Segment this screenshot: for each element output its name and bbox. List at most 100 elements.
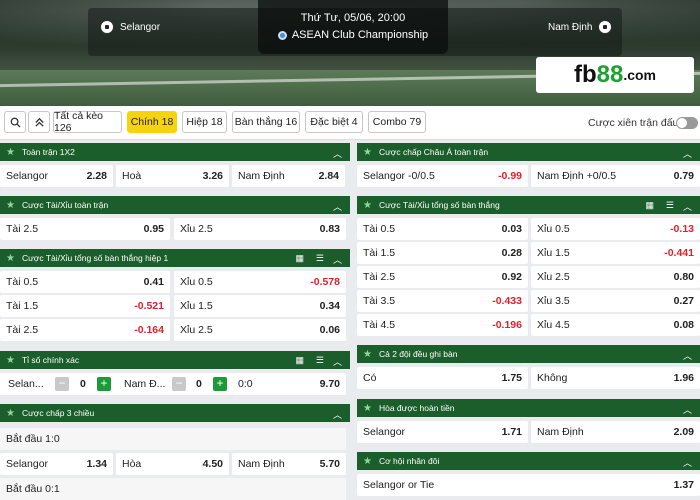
tab-special[interactable]: Đặc biệt 4	[305, 111, 363, 133]
odds-value: -0.441	[664, 247, 694, 259]
star-icon[interactable]: ★	[6, 147, 15, 158]
tab-half[interactable]: Hiệp 18	[182, 111, 227, 133]
market-title: Cả 2 đội đều ghi bàn	[378, 349, 458, 359]
odds-cell[interactable]: Nam Định +0/0.5 0.79	[531, 165, 700, 187]
market-header[interactable]: ★ Cả 2 đội đều ghi bàn ︿	[357, 345, 700, 363]
grid-view-icon[interactable]: ▦	[645, 200, 654, 211]
odds-cell[interactable]: Hòa 4.50	[116, 453, 229, 475]
score-value[interactable]: 0	[80, 378, 86, 390]
odds-cell[interactable]: Xỉu 0.5 -0.13	[531, 218, 700, 240]
star-icon[interactable]: ★	[6, 253, 15, 264]
odds-cell[interactable]: Xỉu 3.5 0.27	[531, 290, 700, 312]
away-team-name: Nam Định	[548, 21, 593, 33]
odds-cell[interactable]: Tài 1.5 -0.521	[0, 295, 170, 317]
odds-cell[interactable]: Tài 2.5 0.95	[0, 218, 170, 240]
odds-cell[interactable]: Xỉu 2.5 0.06	[174, 319, 346, 341]
odds-cell[interactable]: Hoà 3.26	[116, 165, 229, 187]
match-center-box	[258, 0, 448, 54]
list-view-icon[interactable]: ☰	[316, 355, 324, 366]
tab-all[interactable]: Tất cả kèo 126	[53, 110, 122, 134]
market-header[interactable]: ★ Toàn trận 1X2 ︿	[0, 143, 350, 161]
odds-cell[interactable]: Nam Định 5.70	[232, 453, 346, 475]
grid-view-icon[interactable]: ▦	[295, 355, 304, 366]
market-header[interactable]: ★ Tỉ số chính xác ▦ ☰ ︿	[0, 351, 350, 369]
odds-cell[interactable]: Selangor 2.28	[0, 165, 113, 187]
odds-cell[interactable]: Tài 0.5 0.41	[0, 271, 170, 293]
odds-cell[interactable]: Xỉu 1.5 0.34	[174, 295, 346, 317]
odds-cell[interactable]: Tài 4.5 -0.196	[357, 314, 528, 336]
odds-cell[interactable]: Tài 2.5 0.92	[357, 266, 528, 288]
tab-goals[interactable]: Bàn thắng 16	[232, 111, 300, 133]
odds-cell[interactable]: Xỉu 4.5 0.08	[531, 314, 700, 336]
search-button[interactable]	[4, 111, 26, 133]
star-icon[interactable]: ★	[363, 403, 372, 414]
odds-cell[interactable]: Tài 0.5 0.03	[357, 218, 528, 240]
chevron-up-icon[interactable]: ︿	[683, 147, 692, 160]
odds-value: 0.83	[319, 223, 340, 235]
star-icon[interactable]: ★	[363, 147, 372, 158]
odds-cell[interactable]: Không 1.96	[531, 367, 700, 389]
odds-cell[interactable]: Tài 2.5 -0.164	[0, 319, 170, 341]
odds-value: 0.08	[673, 319, 694, 331]
selection-label: Tài 1.5	[6, 300, 39, 312]
selection-label: Nam Định	[537, 426, 584, 438]
market-header[interactable]: ★ Cược Tài/Xỉu tổng số bàn thắng hiệp 1 …	[0, 249, 350, 267]
odds-cell[interactable]: Xỉu 2.5 0.80	[531, 266, 700, 288]
odds-cell[interactable]: Xỉu 0.5 -0.578	[174, 271, 346, 293]
tab-combo[interactable]: Combo 79	[368, 111, 426, 133]
market-header[interactable]: ★ Cược Tài/Xỉu tổng số bàn thắng ▦ ☰ ︿	[357, 196, 700, 214]
odds-value: -0.99	[498, 170, 522, 182]
chevron-up-icon[interactable]: ︿	[683, 349, 692, 362]
market-header[interactable]: ★ Cơ hội nhân đôi ︿	[357, 452, 700, 470]
star-icon[interactable]: ★	[363, 349, 372, 360]
increment-button[interactable]: +	[97, 377, 111, 391]
odds-cell[interactable]: Selangor -0/0.5 -0.99	[357, 165, 528, 187]
star-icon[interactable]: ★	[6, 200, 15, 211]
chevron-up-icon[interactable]: ︿	[683, 200, 692, 213]
odds-value: 1.96	[673, 372, 694, 384]
list-view-icon[interactable]: ☰	[666, 200, 674, 211]
chevron-up-icon[interactable]: ︿	[683, 456, 692, 469]
odds-cell[interactable]: Selangor 1.71	[357, 421, 528, 443]
odds-cell[interactable]: 0:0 9.70	[232, 373, 346, 395]
selection-label: Xỉu 1.5	[180, 300, 213, 312]
odds-cell[interactable]: Selangor or Tie 1.37	[357, 474, 700, 496]
grid-view-icon[interactable]: ▦	[295, 253, 304, 264]
star-icon[interactable]: ★	[363, 456, 372, 467]
market-double-chance: ★ Cơ hội nhân đôi ︿	[357, 452, 700, 470]
market-header[interactable]: ★ Hòa được hoàn tiền ︿	[357, 399, 700, 417]
parlay-toggle[interactable]	[676, 117, 698, 129]
list-view-icon[interactable]: ☰	[316, 253, 324, 264]
chevron-up-icon[interactable]: ︿	[333, 408, 342, 421]
chevron-up-icon[interactable]: ︿	[683, 403, 692, 416]
chevron-up-icon[interactable]: ︿	[333, 147, 342, 160]
market-header[interactable]: ★ Cược chấp 3 chiều ︿	[0, 404, 350, 422]
star-icon[interactable]: ★	[6, 408, 15, 419]
decrement-button[interactable]: −	[55, 377, 69, 391]
odds-cell[interactable]: Tài 3.5 -0.433	[357, 290, 528, 312]
star-icon[interactable]: ★	[363, 200, 372, 211]
collapse-all-button[interactable]	[28, 111, 50, 133]
odds-cell[interactable]: Tài 1.5 0.28	[357, 242, 528, 264]
odds-cell[interactable]: Nam Định 2.09	[531, 421, 700, 443]
odds-cell[interactable]: Xỉu 2.5 0.83	[174, 218, 346, 240]
market-header[interactable]: ★ Cược chấp Châu Á toàn trận ︿	[357, 143, 700, 161]
odds-value: 5.70	[319, 458, 340, 470]
increment-button[interactable]: +	[213, 377, 227, 391]
star-icon[interactable]: ★	[6, 355, 15, 366]
away-score-stepper: Nam Đ... − 0 +	[116, 373, 232, 395]
market-ou-full: ★ Cược Tài/Xỉu toàn trận ︿	[0, 196, 350, 214]
chevron-up-icon[interactable]: ︿	[333, 200, 342, 213]
chevron-up-icon[interactable]: ︿	[333, 355, 342, 368]
parlay-toggle-label: Cược xiên trận đấu	[588, 117, 679, 129]
score-value[interactable]: 0	[196, 378, 202, 390]
odds-cell[interactable]: Xỉu 1.5 -0.441	[531, 242, 700, 264]
tab-main[interactable]: Chính 18	[127, 111, 177, 133]
odds-cell[interactable]: Có 1.75	[357, 367, 528, 389]
odds-cell[interactable]: Nam Định 2.84	[232, 165, 345, 187]
selection-label: Xỉu 4.5	[537, 319, 570, 331]
odds-cell[interactable]: Selangor 1.34	[0, 453, 113, 475]
chevron-up-icon[interactable]: ︿	[333, 253, 342, 266]
market-header[interactable]: ★ Cược Tài/Xỉu toàn trận ︿	[0, 196, 350, 214]
decrement-button[interactable]: −	[172, 377, 186, 391]
